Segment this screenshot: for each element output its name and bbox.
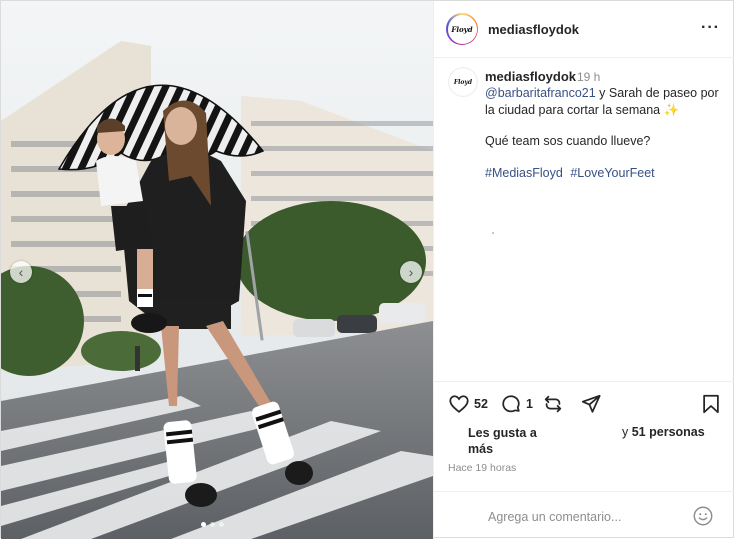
like-button[interactable]: 52 <box>448 393 488 415</box>
emoji-icon <box>693 506 713 526</box>
carousel-dot[interactable] <box>201 522 206 527</box>
caption-hashtags: #MediasFloyd #LoveYourFeet <box>485 166 659 180</box>
likes-more-link[interactable]: más <box>468 442 493 456</box>
chevron-right-icon: › <box>408 264 414 280</box>
divider-dot <box>492 232 494 234</box>
carousel-dot[interactable] <box>210 522 215 527</box>
caption-mention[interactable]: @barbaritafranco21 <box>485 86 596 100</box>
post-photo[interactable]: ‹ › <box>1 1 433 539</box>
emoji-button[interactable] <box>692 505 714 532</box>
carousel-prev-button[interactable]: ‹ <box>10 261 32 283</box>
carousel-dots <box>201 522 224 527</box>
action-bar: 52 1 <box>434 393 734 419</box>
caption-text: @barbaritafranco21 y Sarah de paseo por … <box>485 85 725 119</box>
caption-username[interactable]: mediasfloydok <box>485 69 576 84</box>
likes-text: Les gusta a más <box>468 425 537 457</box>
share-icon <box>544 395 562 413</box>
header-username[interactable]: mediasfloydok <box>488 22 579 37</box>
save-button[interactable] <box>700 393 722 415</box>
send-icon <box>581 394 601 413</box>
share-button[interactable] <box>542 393 564 415</box>
send-button[interactable] <box>580 393 602 415</box>
comment-bar <box>434 491 734 540</box>
chevron-left-icon: ‹ <box>18 264 24 280</box>
hashtag-link[interactable]: #MediasFloyd <box>485 166 563 180</box>
photo-illustration <box>1 1 433 539</box>
more-options-button[interactable]: ··· <box>701 19 720 37</box>
caption-avatar[interactable]: Floyd <box>448 67 478 97</box>
bookmark-icon <box>703 394 719 414</box>
like-count: 52 <box>474 397 488 411</box>
comment-count: 1 <box>526 397 533 411</box>
heart-icon <box>449 395 469 413</box>
likes-prefix: Les gusta a <box>468 426 537 440</box>
actions-divider <box>434 381 734 382</box>
more-icon: ··· <box>701 19 720 36</box>
likes-people: y 51 personas <box>622 425 705 439</box>
carousel-dot[interactable] <box>219 522 224 527</box>
post-header: Floyd mediasfloydok ··· <box>434 1 734 58</box>
post-modal: ‹ › Floyd mediasfloydok ··· Floyd medias… <box>0 0 734 539</box>
profile-avatar[interactable]: Floyd <box>446 13 478 45</box>
likes-connector: y <box>622 425 629 439</box>
post-timestamp: Hace 19 horas <box>448 462 517 474</box>
caption-brand-logo: Floyd <box>450 69 476 95</box>
carousel-next-button[interactable]: › <box>400 261 422 283</box>
comment-icon <box>502 395 520 413</box>
comment-button[interactable]: 1 <box>500 393 533 415</box>
likes-people-link[interactable]: 51 personas <box>632 425 705 439</box>
hashtag-link[interactable]: #LoveYourFeet <box>570 166 654 180</box>
caption-question: Qué team sos cuando llueve? <box>485 134 651 148</box>
brand-logo: Floyd <box>447 14 477 44</box>
caption-time: 19 h <box>577 70 601 84</box>
comment-input[interactable] <box>488 510 688 524</box>
post-side-panel: Floyd mediasfloydok ··· Floyd mediasfloy… <box>433 1 734 539</box>
